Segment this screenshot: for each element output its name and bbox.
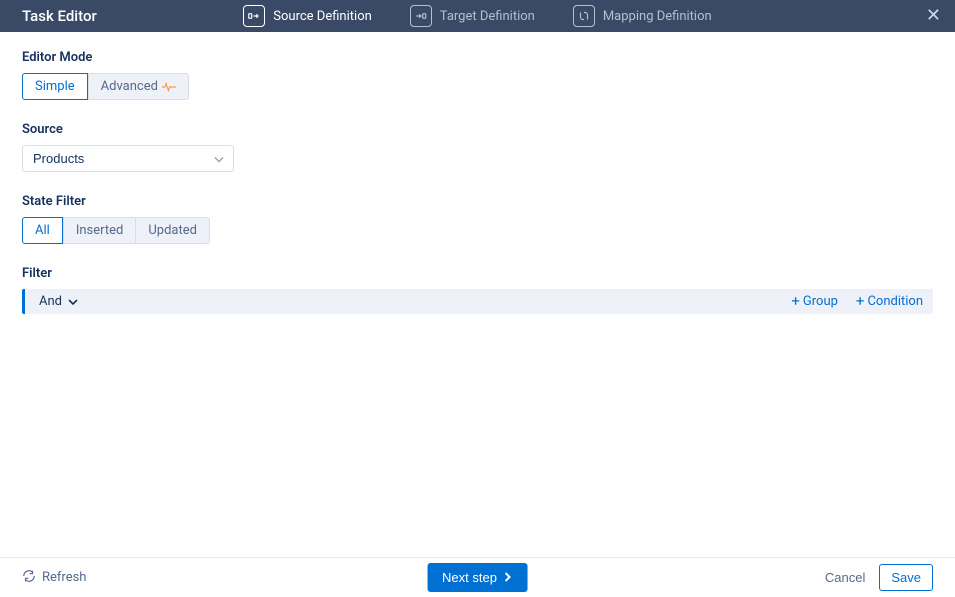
source-label: Source [22,122,933,137]
step-label: Mapping Definition [603,9,712,24]
next-step-button[interactable]: Next step [427,563,528,592]
close-icon[interactable]: ✕ [926,7,941,25]
seg-label: Updated [148,223,197,238]
seg-label: Simple [35,79,75,94]
refresh-icon [22,569,36,587]
chevron-down-icon [68,295,78,308]
seg-label: Inserted [76,223,124,238]
action-label: Group [803,294,838,309]
editor-mode-advanced[interactable]: Advanced [88,73,189,100]
refresh-button[interactable]: Refresh [22,569,86,587]
step-mapping-definition[interactable]: Mapping Definition [573,5,712,27]
footer-bar: Refresh Next step Cancel Save [0,557,955,597]
chevron-right-icon [503,570,513,585]
seg-label: All [35,223,50,238]
refresh-label: Refresh [42,570,86,585]
mapping-def-icon [573,5,595,27]
source-select-input[interactable]: Products [22,145,234,172]
add-group-button[interactable]: + Group [791,294,838,309]
state-filter-all[interactable]: All [22,217,63,244]
next-label: Next step [442,570,497,585]
header-bar: Task Editor Source Definition Target Def… [0,0,955,32]
filter-section: Filter And + Group + Condition [22,266,933,314]
filter-operator-dropdown[interactable]: And [39,294,78,309]
state-filter-inserted[interactable]: Inserted [63,217,137,244]
filter-bar: And + Group + Condition [22,289,933,314]
step-target-definition[interactable]: Target Definition [410,5,535,27]
source-section: Source Products [22,122,933,172]
plus-icon: + [791,294,800,309]
filter-operator-value: And [39,294,62,309]
editor-mode-simple[interactable]: Simple [22,73,88,100]
filter-actions: + Group + Condition [791,294,923,309]
step-label: Target Definition [440,9,535,24]
step-source-definition[interactable]: Source Definition [243,5,371,27]
plus-icon: + [856,294,865,309]
state-filter-segmented: All Inserted Updated [22,217,210,244]
state-filter-section: State Filter All Inserted Updated [22,194,933,244]
seg-label: Advanced [101,79,158,94]
save-button[interactable]: Save [879,564,933,591]
editor-mode-label: Editor Mode [22,50,933,65]
step-label: Source Definition [273,9,371,24]
editor-mode-segmented: Simple Advanced [22,73,189,100]
state-filter-label: State Filter [22,194,933,209]
pulse-icon [162,82,176,92]
footer-right: Cancel Save [825,564,933,591]
source-def-icon [243,5,265,27]
main-content: Editor Mode Simple Advanced Source Produ… [0,32,955,557]
target-def-icon [410,5,432,27]
cancel-button[interactable]: Cancel [825,570,865,585]
wizard-steps: Source Definition Target Definition Mapp… [0,5,955,27]
source-select[interactable]: Products [22,145,234,172]
footer-center: Next step [427,563,528,592]
state-filter-updated[interactable]: Updated [136,217,210,244]
filter-label: Filter [22,266,933,281]
add-condition-button[interactable]: + Condition [856,294,923,309]
action-label: Condition [867,294,923,309]
page-title: Task Editor [22,7,97,25]
editor-mode-section: Editor Mode Simple Advanced [22,50,933,100]
